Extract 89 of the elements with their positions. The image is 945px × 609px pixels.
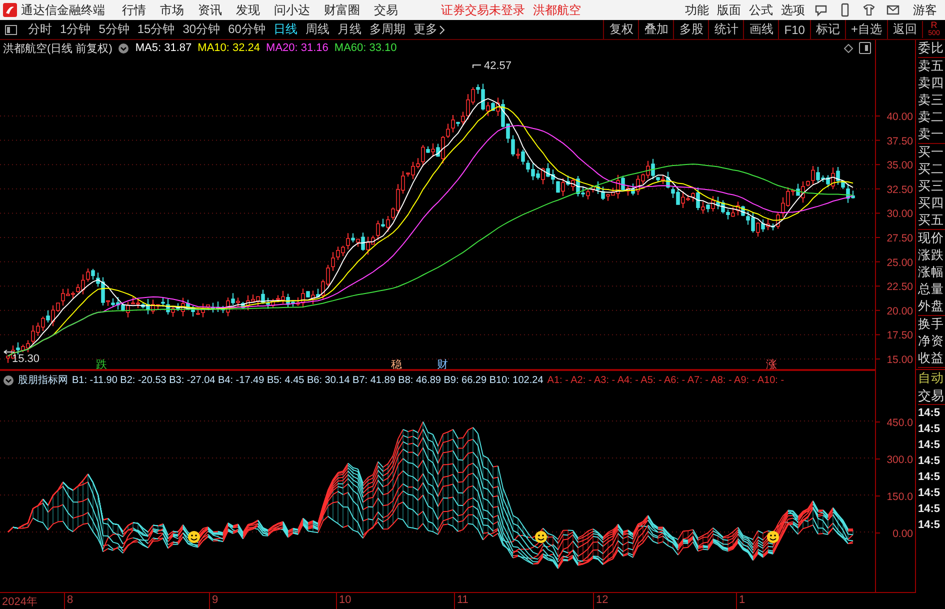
axis-label: 32.50: [886, 184, 913, 196]
axis-label: 0.00: [892, 528, 913, 540]
quote-label: 卖三: [918, 92, 945, 109]
quote-label: 买三: [918, 178, 945, 195]
trade-time: 14:5: [918, 422, 942, 437]
date-label: 11: [457, 594, 468, 606]
quote-label: 卖二: [918, 109, 945, 126]
menu-item[interactable]: 版面: [713, 0, 745, 20]
period-tab[interactable]: 月线: [333, 20, 366, 39]
period-tab[interactable]: 更多: [409, 20, 450, 39]
axis-label: 27.50: [886, 232, 913, 244]
menu-item[interactable]: 行情: [115, 0, 153, 20]
low-price-label: 15.30: [12, 353, 40, 365]
app-title: 通达信金融终端: [21, 2, 105, 18]
ma-value: MA10: 32.24: [198, 42, 260, 54]
period-tab[interactable]: 1分钟: [56, 20, 95, 39]
date-label: 8: [67, 594, 74, 606]
axis-label: 35.00: [886, 160, 913, 172]
quote-label: 卖五: [918, 58, 945, 75]
trade-time: 14:5: [918, 502, 942, 517]
quote-label: 收益: [918, 350, 945, 367]
period-tab[interactable]: 30分钟: [178, 20, 224, 39]
date-label: 10: [339, 594, 352, 606]
menu-item[interactable]: 交易: [367, 0, 405, 20]
date-label: 12: [596, 594, 608, 606]
axis-label: 37.50: [886, 135, 913, 148]
quote-label: 净资: [918, 333, 945, 350]
quote-label: 卖四: [918, 75, 945, 92]
period-tab[interactable]: 分时: [24, 20, 56, 39]
period-tab[interactable]: 60分钟: [224, 20, 270, 39]
indicator-values: B1: -11.90 B2: -20.53 B3: -27.04 B4: -17.49 B5: 4.45 B6: 30.14 B7: 41.89 B8: 46.89 B9: 66.29 B10: 102.24: [72, 374, 544, 386]
axis-label: 450.0: [886, 417, 913, 429]
trade-time: 14:5: [918, 518, 942, 533]
axis-label: 150.0: [886, 491, 913, 503]
axis-label: 25.00: [886, 256, 913, 269]
period-tab[interactable]: 日线: [269, 20, 302, 39]
quote-label: 卖一: [918, 126, 945, 143]
quote-label: 换手: [918, 316, 945, 333]
period-tab[interactable]: 周线: [301, 20, 334, 39]
indicator-values: A1: - A2: - A3: - A4: - A5: - A6: - A7: - A8: - A9: - A10: -: [547, 374, 784, 386]
ma-value: MA60: 33.10: [334, 42, 397, 54]
period-tab[interactable]: 15分钟: [133, 20, 179, 39]
axis-label: 300.0: [886, 454, 913, 466]
period-tab[interactable]: 多周期: [365, 20, 410, 39]
user-name[interactable]: 游客: [913, 2, 937, 18]
quote-label: 委比: [918, 40, 945, 57]
date-label: 9: [212, 594, 218, 606]
ma-value: MA20: 31.16: [266, 42, 328, 54]
trade-time: 14:5: [918, 406, 942, 421]
quote-label: 买五: [918, 212, 945, 229]
quote-label: 买二: [918, 161, 945, 178]
menu-item[interactable]: 发现: [229, 0, 267, 20]
quote-label: 涨幅: [918, 264, 945, 281]
axis-label: 30.00: [886, 208, 913, 220]
quote-label: 总量: [918, 281, 945, 298]
signal-marker: 跌: [96, 359, 107, 369]
menu-item[interactable]: 财富圈: [317, 0, 367, 20]
trade-time: 14:5: [918, 438, 942, 453]
trade-time: 14:5: [918, 486, 942, 501]
date-label: 2024年: [2, 595, 38, 609]
date-label: 1: [739, 594, 746, 606]
login-status[interactable]: 证券交易未登录: [441, 2, 525, 18]
chart-title: 洪都航空(日线 前复权): [3, 42, 112, 56]
menu-item[interactable]: 资讯: [191, 0, 229, 20]
mode-label[interactable]: 自动: [918, 370, 945, 387]
quote-label: 外盘: [918, 298, 945, 315]
trade-time: 14:5: [918, 470, 942, 485]
menu-item[interactable]: 公式: [745, 0, 777, 20]
quote-label: 买一: [918, 144, 945, 161]
ma-value: MA5: 31.87: [135, 42, 192, 54]
quote-label: 买四: [918, 195, 945, 212]
indicator-name: 股朋指标网: [18, 374, 68, 387]
trade-time: 14:5: [918, 454, 942, 469]
menu-item[interactable]: 市场: [153, 0, 191, 20]
axis-label: 15.00: [886, 354, 913, 366]
quote-label: 涨跌: [918, 247, 945, 264]
panel-title: 交易: [918, 387, 945, 405]
menu-item[interactable]: 选项: [777, 0, 809, 20]
axis-label: 40.00: [886, 111, 913, 123]
high-price-label: 42.57: [484, 60, 512, 72]
signal-marker: 稳: [391, 359, 402, 369]
quote-label: 现价: [918, 230, 945, 247]
period-tab[interactable]: 5分钟: [94, 20, 134, 39]
menu-item[interactable]: 问小达: [267, 0, 317, 20]
axis-label: 22.50: [886, 281, 913, 294]
axis-label: 20.00: [886, 305, 913, 318]
axis-label: 17.50: [886, 330, 913, 342]
stock-name: 洪都航空: [533, 2, 581, 18]
menu-item[interactable]: 功能: [681, 0, 713, 20]
